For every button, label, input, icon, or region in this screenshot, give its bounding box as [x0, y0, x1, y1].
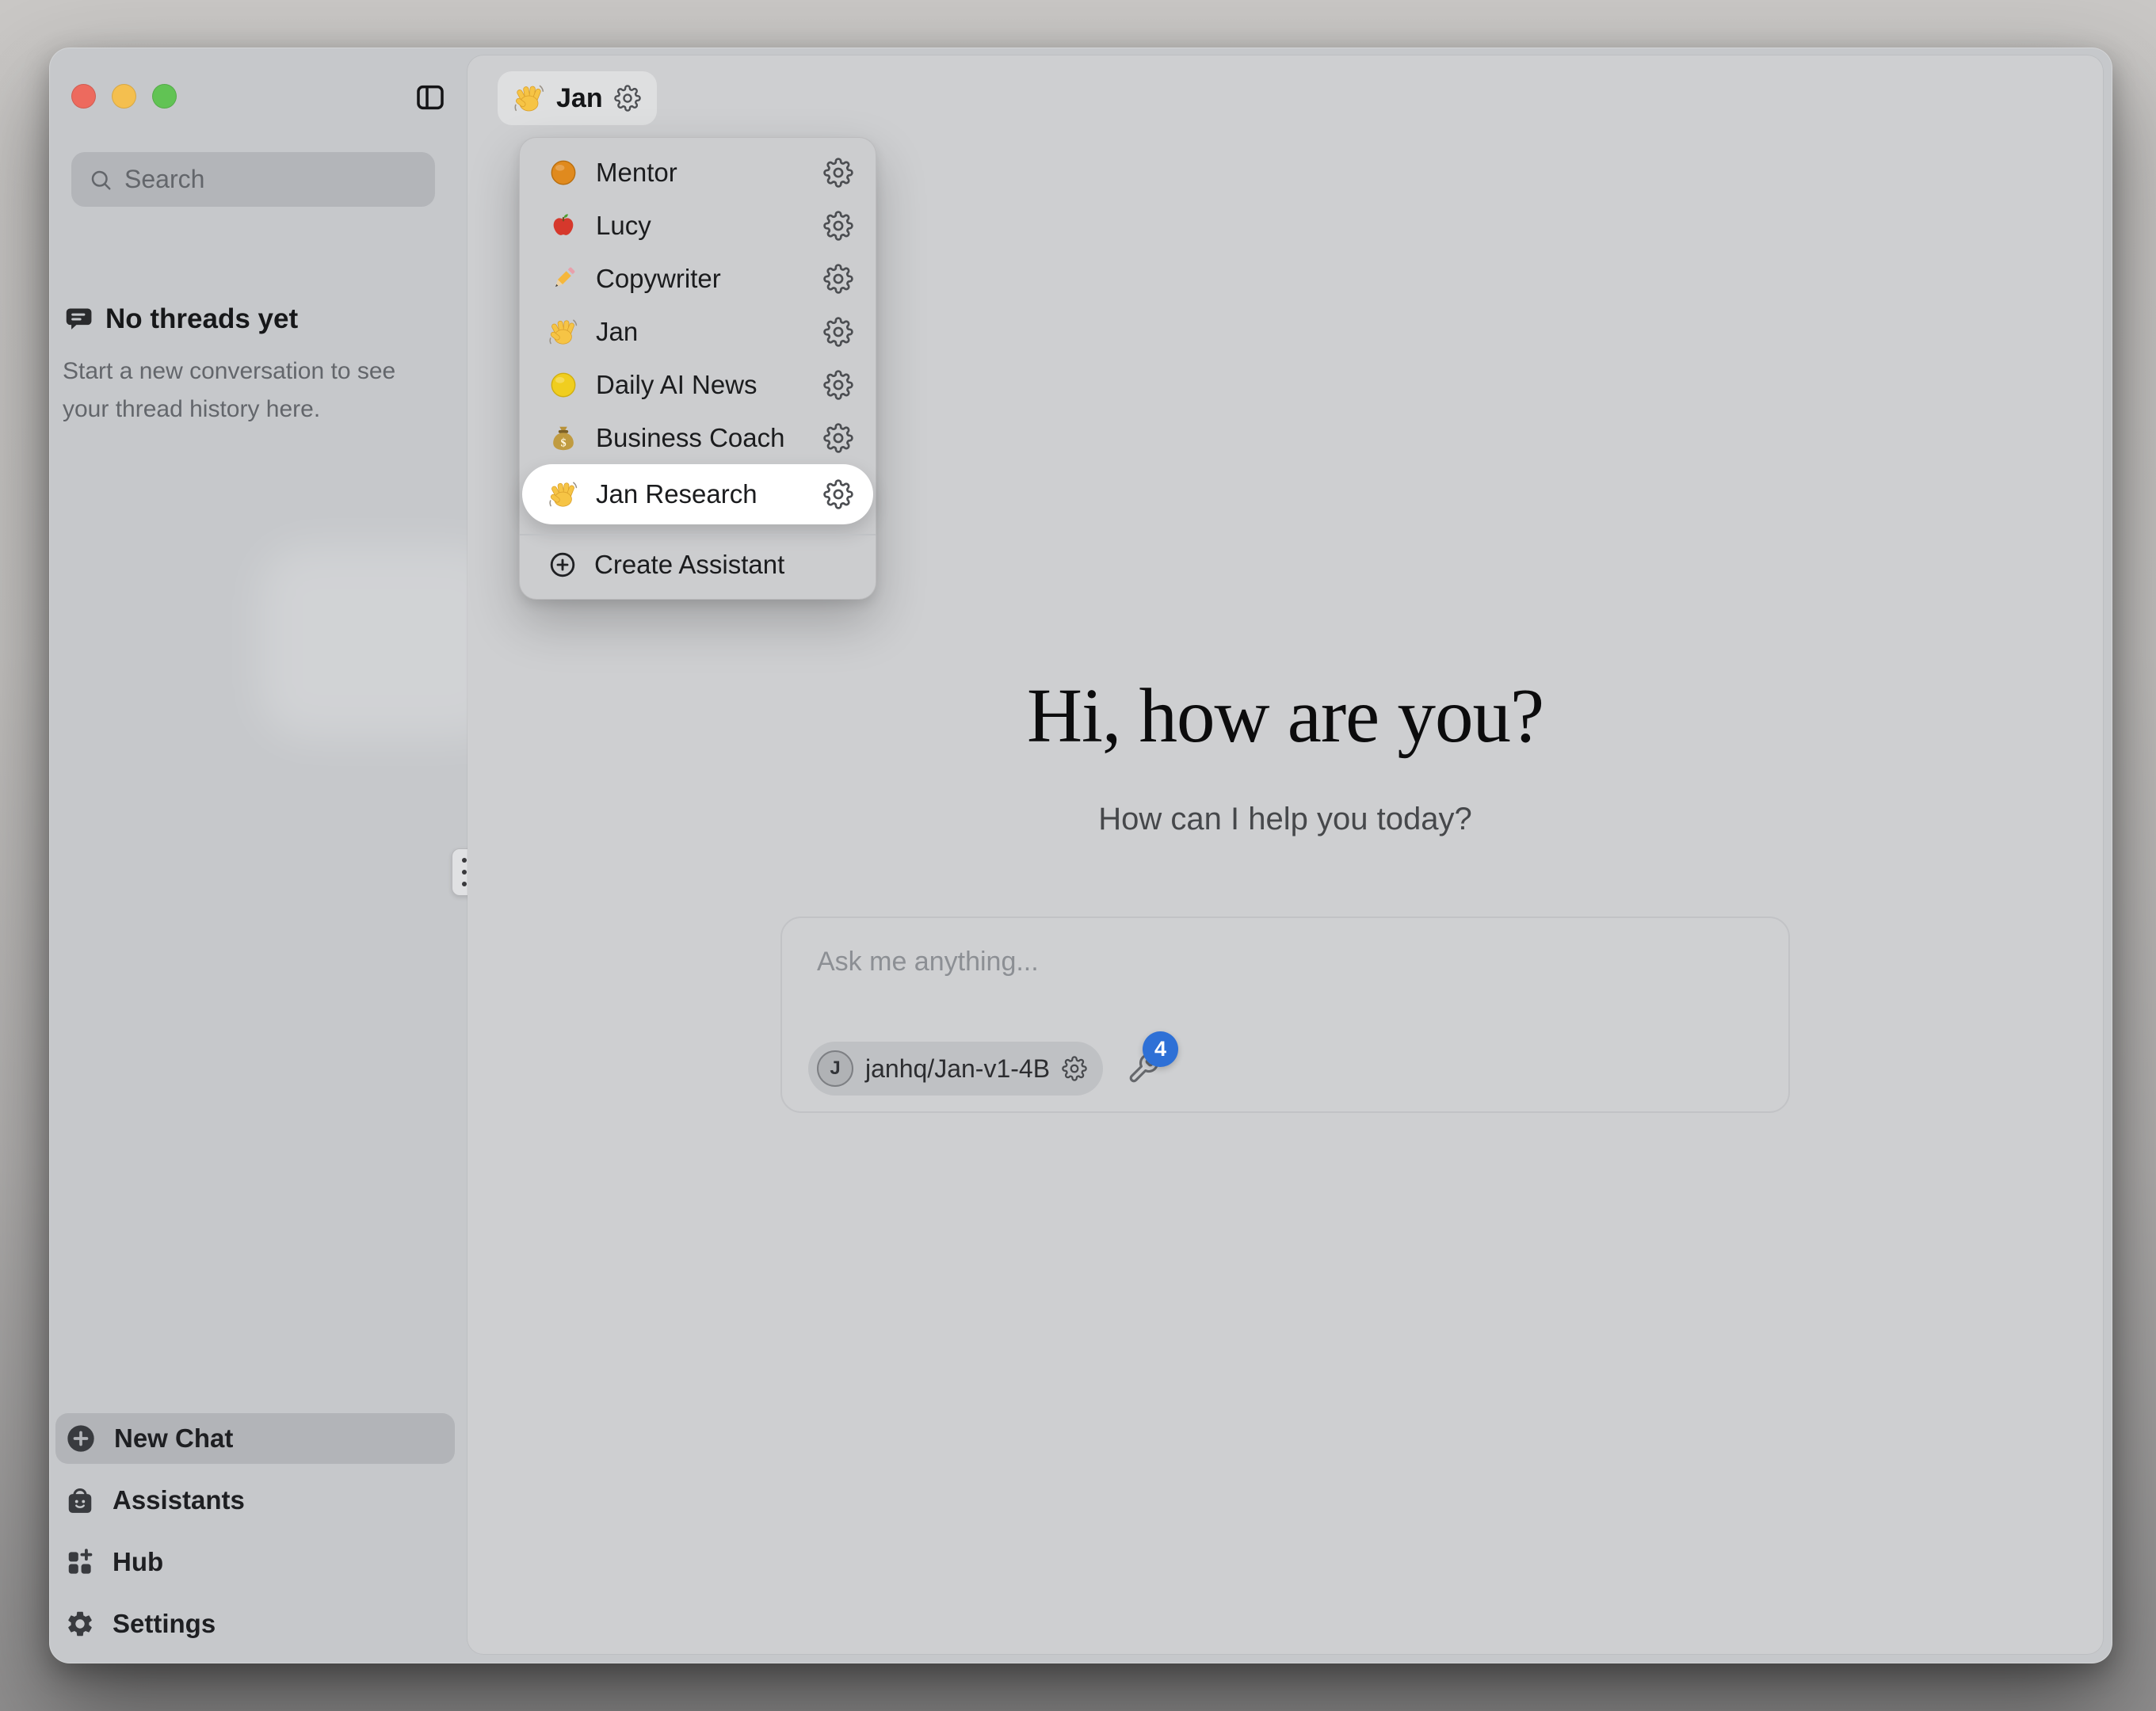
menu-item-label: Business Coach: [596, 423, 784, 453]
desktop-background: Search No threads yet Start a new conver…: [0, 0, 2156, 1711]
window-controls: [71, 84, 177, 109]
menu-item-label: Mentor: [596, 158, 677, 188]
assistant-settings-gear-icon[interactable]: [823, 211, 853, 241]
assistant-selector-button[interactable]: Jan: [498, 71, 657, 125]
search-placeholder: Search: [124, 165, 204, 194]
greeting-title: Hi, how are you?: [467, 672, 2103, 760]
menu-item-mentor[interactable]: Mentor: [520, 146, 876, 199]
sidebar-toggle-button[interactable]: [412, 80, 448, 115]
chat-composer[interactable]: Ask me anything... J janhq/Jan-v1-4B 4: [780, 916, 1790, 1113]
sidebar-item-label: Hub: [113, 1547, 163, 1577]
assistant-settings-gear-icon[interactable]: [823, 479, 853, 509]
apple-emoji-icon: [548, 211, 578, 241]
yellow-circle-emoji-icon: [548, 370, 578, 400]
chat-bubble-icon: [63, 304, 93, 334]
plus-circle-icon: [65, 1423, 97, 1454]
menu-item-copywriter[interactable]: Copywriter: [520, 252, 876, 305]
search-icon: [89, 168, 113, 192]
empty-state-title: No threads yet: [105, 303, 298, 335]
pencil-emoji-icon: [548, 264, 578, 294]
model-name: janhq/Jan-v1-4B: [865, 1054, 1050, 1084]
panel-left-icon: [414, 82, 446, 113]
sidebar-item-settings[interactable]: Settings: [55, 1599, 455, 1649]
menu-item-label: Lucy: [596, 211, 651, 241]
create-assistant-button[interactable]: Create Assistant: [520, 540, 876, 589]
wave-emoji-icon: [513, 82, 545, 114]
gear-icon[interactable]: [614, 85, 641, 112]
zoom-button[interactable]: [152, 84, 177, 109]
app-window: Search No threads yet Start a new conver…: [49, 48, 2112, 1663]
assistant-settings-gear-icon[interactable]: [823, 264, 853, 294]
sidebar-item-hub[interactable]: Hub: [55, 1537, 455, 1587]
minimize-button[interactable]: [112, 84, 136, 109]
menu-item-label: Jan: [596, 317, 638, 347]
tools-count-badge: 4: [1143, 1031, 1178, 1067]
assistant-settings-gear-icon[interactable]: [823, 370, 853, 400]
composer-toolbar: J janhq/Jan-v1-4B 4: [808, 1042, 1160, 1096]
menu-item-label: Daily AI News: [596, 370, 757, 400]
empty-state-description: Start a new conversation to see your thr…: [63, 352, 433, 429]
menu-item-label: Jan Research: [596, 479, 757, 509]
main-panel: Jan Mentor Lucy Copywriter: [467, 55, 2103, 1654]
create-assistant-label: Create Assistant: [594, 550, 784, 580]
menu-item-jan[interactable]: Jan: [520, 305, 876, 358]
menu-item-jan-research-selected[interactable]: Jan Research: [522, 464, 873, 524]
greeting-subtitle: How can I help you today?: [467, 802, 2103, 837]
menu-divider: [520, 534, 876, 535]
assistant-settings-gear-icon[interactable]: [823, 317, 853, 347]
plus-circle-outline-icon: [548, 551, 577, 579]
wave-emoji-icon: [548, 479, 578, 509]
sidebar-item-label: Assistants: [113, 1485, 245, 1515]
sidebar-item-new-chat[interactable]: New Chat: [55, 1413, 455, 1464]
model-settings-gear-icon[interactable]: [1062, 1056, 1087, 1081]
gear-filled-icon: [65, 1609, 95, 1639]
threads-empty-state: No threads yet Start a new conversation …: [63, 303, 433, 429]
menu-item-business-coach[interactable]: Business Coach: [520, 411, 876, 464]
assistant-settings-gear-icon[interactable]: [823, 423, 853, 453]
menu-item-lucy[interactable]: Lucy: [520, 199, 876, 252]
orange-circle-emoji-icon: [548, 158, 578, 188]
menu-item-daily-ai-news[interactable]: Daily AI News: [520, 358, 876, 411]
money-bag-emoji-icon: [548, 423, 578, 453]
model-selector-button[interactable]: J janhq/Jan-v1-4B: [808, 1042, 1103, 1096]
sidebar-item-assistants[interactable]: Assistants: [55, 1475, 455, 1526]
hub-icon: [65, 1547, 95, 1577]
menu-item-label: Copywriter: [596, 264, 721, 294]
close-button[interactable]: [71, 84, 96, 109]
assistant-selector-label: Jan: [556, 83, 603, 114]
assistant-icon: [65, 1485, 95, 1515]
search-input[interactable]: Search: [71, 152, 435, 207]
wave-emoji-icon: [548, 317, 578, 347]
model-avatar: J: [817, 1050, 853, 1087]
tools-button[interactable]: 4: [1127, 1052, 1160, 1085]
assistant-settings-gear-icon[interactable]: [823, 158, 853, 188]
composer-placeholder: Ask me anything...: [817, 947, 1039, 977]
sidebar-item-label: Settings: [113, 1609, 216, 1639]
sidebar-item-label: New Chat: [114, 1423, 233, 1454]
assistant-menu: Mentor Lucy Copywriter Jan: [519, 137, 876, 600]
